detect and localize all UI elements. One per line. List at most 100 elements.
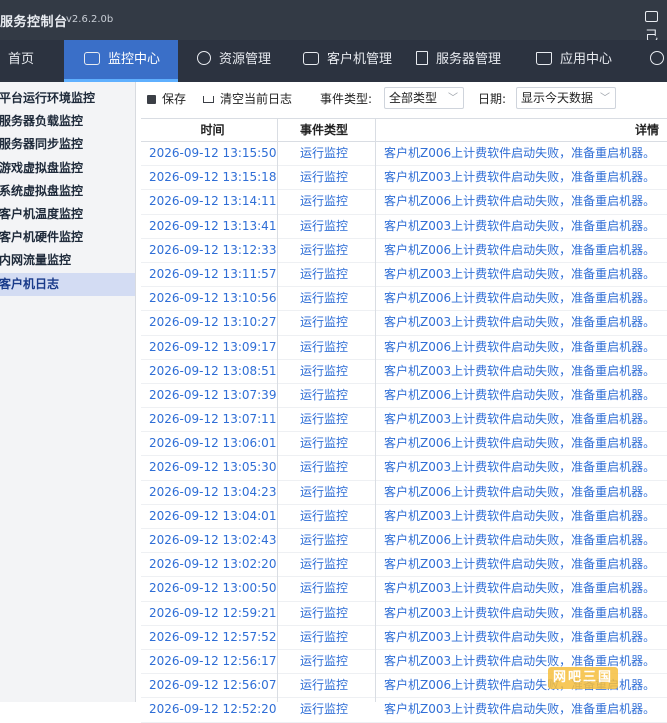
- cell-event-type: 运行监控: [299, 436, 348, 451]
- table-row[interactable]: 2026-09-12 13:07:11 运行监控 客户机Z003上计费软件启动失败，…: [141, 408, 667, 433]
- cell-time: 2026-09-12 13:10:56: [149, 291, 277, 306]
- cell-event-type: 运行监控: [299, 194, 348, 209]
- cell-time: 2026-09-12 13:07:39: [149, 387, 277, 402]
- sidebar: 平台运行环境监控 服务器负载监控 服务器同步监控 游戏虚拟盘监控 系统虚拟盘监控…: [0, 82, 136, 702]
- top-nav: 首页 监控中心 资源管理 客户机管理 服务器管理 应用中心: [0, 40, 667, 82]
- table-row[interactable]: 2026-09-12 13:10:27 运行监控 客户机Z003上计费软件启动失败，…: [141, 311, 667, 336]
- cell-time: 2026-09-12 13:11:57: [149, 266, 277, 281]
- table-row[interactable]: 2026-09-12 13:05:30 运行监控 客户机Z003上计费软件启动失败，…: [141, 456, 667, 481]
- table-row[interactable]: 2026-09-12 13:10:56 运行监控 客户机Z006上计费软件启动失败，…: [141, 287, 667, 312]
- cell-time: 2026-09-12 13:10:27: [149, 315, 277, 330]
- cell-time: 2026-09-12 13:02:43: [149, 533, 277, 547]
- cell-detail: 客户机Z003上计费软件启动失败，准备重启机器。: [384, 170, 656, 185]
- cell-event-type: 运行监控: [299, 533, 348, 547]
- chevron-down-icon: ﹀: [600, 93, 610, 104]
- cell-detail: 客户机Z003上计费软件启动失败，准备重启机器。: [384, 581, 656, 596]
- event-type-value: 全部类型: [389, 91, 438, 105]
- table-row[interactable]: 2026-09-12 13:02:20 运行监控 客户机Z003上计费软件启动失败，…: [141, 553, 667, 578]
- sidebar-item-client-temperature[interactable]: 客户机温度监控: [0, 203, 135, 226]
- cell-time: 2026-09-12 13:04:01: [149, 508, 277, 523]
- clear-icon: [203, 96, 214, 103]
- column-divider: [375, 118, 376, 702]
- app-version: v2.6.2.0b: [66, 14, 114, 25]
- sidebar-item-server-load[interactable]: 服务器负载监控: [0, 110, 135, 133]
- cell-time: 2026-09-12 12:57:52: [149, 629, 277, 644]
- cell-detail: 客户机Z006上计费软件启动失败，准备重启机器。: [384, 146, 656, 160]
- nav-item-label: 首页: [8, 52, 35, 67]
- cell-event-type: 运行监控: [299, 508, 348, 523]
- sidebar-item-server-sync[interactable]: 服务器同步监控: [0, 133, 135, 156]
- sidebar-item-platform-env[interactable]: 平台运行环境监控: [0, 87, 135, 110]
- nav-item-monitor-center[interactable]: 监控中心: [64, 40, 178, 82]
- table-row[interactable]: 2026-09-12 12:59:21 运行监控 客户机Z003上计费软件启动失败，…: [141, 602, 667, 626]
- nav-item-label: 资源管理: [219, 52, 272, 67]
- table-row[interactable]: 2026-09-12 13:00:50 运行监控 客户机Z003上计费软件启动失败，…: [141, 577, 667, 602]
- sidebar-item-game-vdisk[interactable]: 游戏虚拟盘监控: [0, 157, 135, 180]
- nav-item-shield[interactable]: [650, 40, 667, 82]
- table-row[interactable]: 2026-09-12 13:04:01 运行监控 客户机Z003上计费软件启动失败，…: [141, 505, 667, 529]
- sidebar-item-system-vdisk[interactable]: 系统虚拟盘监控: [0, 180, 135, 203]
- nav-item-app-center[interactable]: 应用中心: [536, 40, 612, 82]
- log-table: 时间 事件类型 详情 2026-09-12 13:15:50 运行监控 客户机Z00…: [141, 118, 667, 723]
- window-control[interactable]: 己: [645, 10, 667, 44]
- sidebar-item-lan-traffic[interactable]: 内网流量监控: [0, 249, 135, 272]
- table-row[interactable]: 2026-09-12 13:06:01 运行监控 客户机Z006上计费软件启动失败，…: [141, 432, 667, 457]
- table-row[interactable]: 2026-09-12 13:07:39 运行监控 客户机Z006上计费软件启动失败，…: [141, 384, 667, 409]
- table-row[interactable]: 2026-09-12 13:08:51 运行监控 客户机Z003上计费软件启动失败，…: [141, 360, 667, 384]
- cell-detail: 客户机Z003上计费软件启动失败，准备重启机器。: [384, 315, 656, 330]
- table-row[interactable]: 2026-09-12 13:15:50 运行监控 客户机Z006上计费软件启动失败，…: [141, 142, 667, 167]
- date-select[interactable]: 显示今天数据 ﹀: [516, 87, 616, 109]
- cell-event-type: 运行监控: [299, 678, 348, 693]
- cell-time: 2026-09-12 13:15:50: [149, 146, 277, 160]
- column-header-type[interactable]: 事件类型: [276, 119, 372, 141]
- cell-detail: 客户机Z003上计费软件启动失败，准备重启机器。: [384, 218, 656, 233]
- cell-detail: 客户机Z003上计费软件启动失败，准备重启机器。: [384, 508, 656, 523]
- event-type-label: 事件类型:: [320, 92, 373, 106]
- cell-detail: 客户机Z003上计费软件启动失败，准备重启机器。: [384, 557, 656, 572]
- nav-item-client-management[interactable]: 客户机管理: [303, 40, 392, 82]
- column-header-time[interactable]: 时间: [149, 119, 276, 141]
- column-header-detail[interactable]: 详情: [635, 119, 659, 141]
- cell-event-type: 运行监控: [299, 218, 348, 233]
- event-type-select[interactable]: 全部类型 ﹀: [384, 87, 464, 109]
- nav-item-resource-management[interactable]: 资源管理: [197, 40, 271, 82]
- table-row[interactable]: 2026-09-12 13:02:43 运行监控 客户机Z006上计费软件启动失败，…: [141, 529, 667, 554]
- cell-time: 2026-09-12 13:06:01: [149, 436, 277, 451]
- clear-label: 清空当前日志: [220, 92, 293, 106]
- cell-detail: 客户机Z006上计费软件启动失败，准备重启机器。: [384, 387, 656, 402]
- cell-detail: 客户机Z006上计费软件启动失败，准备重启机器。: [384, 533, 656, 547]
- cell-detail: 客户机Z006上计费软件启动失败，准备重启机器。: [384, 194, 656, 209]
- table-row[interactable]: 2026-09-12 13:13:41 运行监控 客户机Z003上计费软件启动失败，…: [141, 215, 667, 239]
- chevron-down-icon: ﹀: [448, 93, 458, 104]
- table-row[interactable]: 2026-09-12 13:11:57 运行监控 客户机Z003上计费软件启动失败，…: [141, 263, 667, 288]
- nav-item-label: 监控中心: [108, 52, 161, 67]
- table-row[interactable]: 2026-09-12 13:09:17 运行监控 客户机Z006上计费软件启动失败，…: [141, 336, 667, 360]
- cell-event-type: 运行监控: [299, 170, 348, 185]
- save-label: 保存: [162, 92, 187, 106]
- cell-event-type: 运行监控: [299, 484, 348, 499]
- save-button[interactable]: 保存: [147, 90, 186, 107]
- table-row[interactable]: 2026-09-12 13:04:23 运行监控 客户机Z006上计费软件启动失败，…: [141, 481, 667, 505]
- cell-time: 2026-09-12 13:02:20: [149, 557, 277, 572]
- cell-time: 2026-09-12 13:09:17: [149, 339, 277, 354]
- sidebar-item-client-hardware[interactable]: 客户机硬件监控: [0, 226, 135, 249]
- chart-icon: [84, 52, 100, 65]
- date-value: 显示今天数据: [521, 91, 594, 105]
- table-row[interactable]: 2026-09-12 13:12:33 运行监控 客户机Z006上计费软件启动失败，…: [141, 239, 667, 263]
- cell-event-type: 运行监控: [299, 146, 348, 160]
- cell-detail: 客户机Z003上计费软件启动失败，准备重启机器。: [384, 629, 656, 644]
- watermark-logo: 网吧三国: [548, 667, 619, 689]
- nav-item-label: 服务器管理: [436, 52, 502, 67]
- window-icon: [645, 11, 658, 22]
- nav-item-server-management[interactable]: 服务器管理: [416, 40, 501, 82]
- table-row[interactable]: 2026-09-12 13:14:11 运行监控 客户机Z006上计费软件启动失败，…: [141, 190, 667, 215]
- clear-log-button[interactable]: 清空当前日志: [203, 90, 292, 107]
- table-row[interactable]: 2026-09-12 13:15:18 运行监控 客户机Z003上计费软件启动失败，…: [141, 166, 667, 191]
- nav-item-home[interactable]: 首页: [8, 40, 34, 82]
- cell-event-type: 运行监控: [299, 339, 348, 354]
- sidebar-item-client-log[interactable]: 客户机日志: [0, 272, 135, 296]
- table-row[interactable]: 2026-09-12 12:57:52 运行监控 客户机Z003上计费软件启动失败，…: [141, 626, 667, 650]
- cell-detail: 客户机Z003上计费软件启动失败，准备重启机器。: [384, 605, 656, 620]
- cell-event-type: 运行监控: [299, 557, 348, 572]
- cell-event-type: 运行监控: [299, 460, 348, 475]
